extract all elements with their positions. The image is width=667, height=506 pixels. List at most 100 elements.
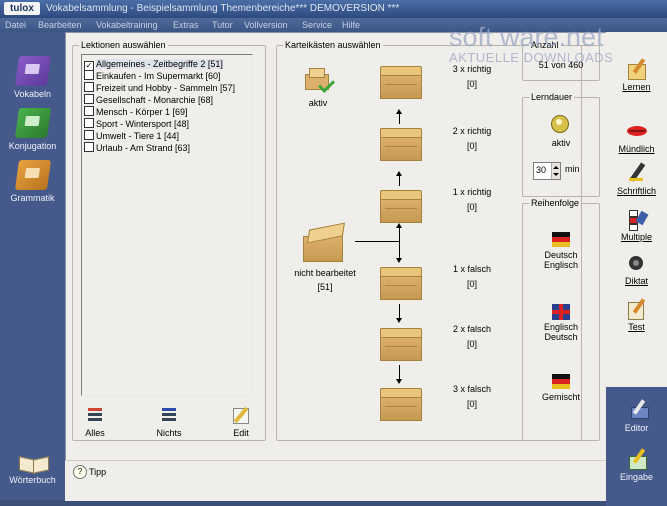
pencil-icon <box>231 406 251 424</box>
main-panel: Lektionen auswählen ✓ Allgemeines - Zeitb… <box>65 32 608 468</box>
box-2-falsch[interactable] <box>380 328 422 361</box>
duration-group: Lerndauer aktiv 30 min <box>522 92 600 197</box>
unprocessed-count: [51] <box>317 282 333 292</box>
nav-grammatik-label: Grammatik <box>10 193 55 203</box>
watermark-title: soft ware.net <box>449 22 604 52</box>
book-icon <box>14 56 51 86</box>
list-item[interactable]: Sport - Wintersport [48] <box>84 118 189 130</box>
active-box-check-icon <box>303 64 335 94</box>
select-none-button[interactable]: Nichts <box>149 406 189 438</box>
duration-title: Lerndauer <box>529 92 575 102</box>
edit-button[interactable]: Edit <box>221 406 261 438</box>
nav-lernen[interactable]: Lernen <box>606 58 667 92</box>
flag-mixed-icon <box>552 374 570 390</box>
connector-line <box>355 241 399 242</box>
menu-datei[interactable]: Datei <box>5 20 26 30</box>
nav-woerterbuch-label: Wörterbuch <box>9 475 56 485</box>
list-item[interactable]: Umwelt - Tiere 1 [44] <box>84 130 179 142</box>
menu-service[interactable]: Service <box>302 20 332 30</box>
input-pencil-icon <box>625 448 649 470</box>
order-title: Reihenfolge <box>529 198 582 208</box>
nav-vokabeln[interactable]: Vokabeln <box>0 56 65 99</box>
box-label: 1 x richtig [0] <box>452 187 492 212</box>
window-title: Vokabelsammlung - Beispielsammlung Theme… <box>46 3 400 14</box>
speaker-icon <box>625 252 649 274</box>
order-de-en[interactable]: Deutsch Englisch <box>523 232 599 270</box>
alarm-clock-icon[interactable] <box>550 112 570 134</box>
list-item[interactable]: Freizeit und Hobby - Sammeln [57] <box>84 82 235 94</box>
list-item[interactable]: Mensch - Körper 1 [69] <box>84 106 188 118</box>
list-item[interactable]: Urlaub - Am Strand [63] <box>84 142 190 154</box>
select-none-icon <box>159 406 179 424</box>
nav-diktat[interactable]: Diktat <box>606 252 667 286</box>
box-2-richtig[interactable] <box>380 128 422 161</box>
lessons-group-title: Lektionen auswählen <box>79 40 168 50</box>
active-label: aktiv <box>308 98 328 108</box>
spinner-arrows[interactable] <box>551 163 560 179</box>
checkbox[interactable] <box>84 118 94 128</box>
test-pencil-icon <box>625 298 649 320</box>
box-3-falsch[interactable] <box>380 388 422 421</box>
select-all-icon <box>85 406 105 424</box>
nav-multiple[interactable]: Multiple <box>606 208 667 242</box>
nav-konjugation-label: Konjugation <box>8 141 57 151</box>
pen-icon <box>625 162 649 184</box>
box-label: 2 x richtig [0] <box>452 126 492 151</box>
box-label: 1 x falsch [0] <box>452 264 492 289</box>
duration-active-label: aktiv <box>551 138 571 148</box>
nav-schriftlich[interactable]: Schriftlich <box>606 162 667 196</box>
order-group: Reihenfolge Deutsch Englisch Englisch Deut… <box>522 198 600 441</box>
checkbox[interactable] <box>84 130 94 140</box>
checkbox[interactable] <box>84 94 94 104</box>
menu-extras[interactable]: Extras <box>173 20 199 30</box>
menu-tutor[interactable]: Tutor <box>212 20 233 30</box>
checklist-icon <box>625 208 649 231</box>
nav-muendlich[interactable]: Mündlich <box>606 120 667 154</box>
book-icon <box>14 160 51 190</box>
cardboxes-group-title: Karteikästen auswählen <box>283 40 383 50</box>
nav-eingabe[interactable]: Eingabe <box>606 442 667 506</box>
open-book-icon <box>17 452 49 474</box>
title-bar: tulox Vokabelsammlung - Beispielsammlung… <box>0 0 667 18</box>
list-item[interactable]: ✓ Allgemeines - Zeitbegriffe 2 [51] <box>84 58 223 71</box>
nav-test[interactable]: Test <box>606 298 667 332</box>
select-all-button[interactable]: Alles <box>75 406 115 438</box>
order-mixed[interactable]: Gemischt <box>523 374 599 402</box>
lessons-group: Lektionen auswählen ✓ Allgemeines - Zeitb… <box>72 40 266 441</box>
app-logo: tulox <box>4 2 40 15</box>
menu-hilfe[interactable]: Hilfe <box>342 20 360 30</box>
right-sidebar: Lernen Mündlich Schriftlich Multiple Dik… <box>606 32 667 506</box>
tip-label[interactable]: Tipp <box>89 467 106 477</box>
tip-icon[interactable]: ? <box>73 465 87 479</box>
duration-spinner[interactable]: 30 <box>533 162 561 180</box>
nav-vokabeln-label: Vokabeln <box>13 89 52 99</box>
menu-vokabeltraining[interactable]: Vokabeltraining <box>96 20 158 30</box>
lips-icon <box>625 120 649 142</box>
list-item[interactable]: Gesellschaft - Monarchie [68] <box>84 94 213 106</box>
lessons-list[interactable]: ✓ Allgemeines - Zeitbegriffe 2 [51] Einka… <box>81 54 253 396</box>
nav-grammatik[interactable]: Grammatik <box>0 160 65 203</box>
book-icon <box>14 108 51 138</box>
order-en-de[interactable]: Englisch Deutsch <box>523 304 599 342</box>
box-1-richtig[interactable] <box>380 190 422 223</box>
nav-woerterbuch[interactable]: Wörterbuch <box>0 452 65 485</box>
checkbox[interactable] <box>84 70 94 80</box>
box-1-falsch[interactable] <box>380 267 422 300</box>
quill-icon <box>625 399 649 421</box>
list-item[interactable]: Einkaufen - Im Supermarkt [60] <box>84 70 221 82</box>
checkbox[interactable] <box>84 106 94 116</box>
watermark-subtitle: AKTUELLE DOWNLOADS <box>449 50 614 65</box>
checkbox[interactable] <box>84 82 94 92</box>
arrow-down <box>399 304 400 318</box>
nav-konjugation[interactable]: Konjugation <box>0 108 65 151</box>
arrow-up-down <box>399 226 400 260</box>
box-3-richtig[interactable] <box>380 66 422 99</box>
status-bar: ? Tipp <box>65 460 606 501</box>
checkbox[interactable] <box>84 142 94 152</box>
box-label: 2 x falsch [0] <box>452 324 492 349</box>
left-sidebar: Vokabeln Konjugation Grammatik Wörterbuc… <box>0 32 65 500</box>
unprocessed-label: nicht bearbeitet <box>294 268 356 278</box>
menu-vollversion[interactable]: Vollversion <box>244 20 288 30</box>
unprocessed-box[interactable] <box>301 222 349 264</box>
menu-bearbeiten[interactable]: Bearbeiten <box>38 20 82 30</box>
